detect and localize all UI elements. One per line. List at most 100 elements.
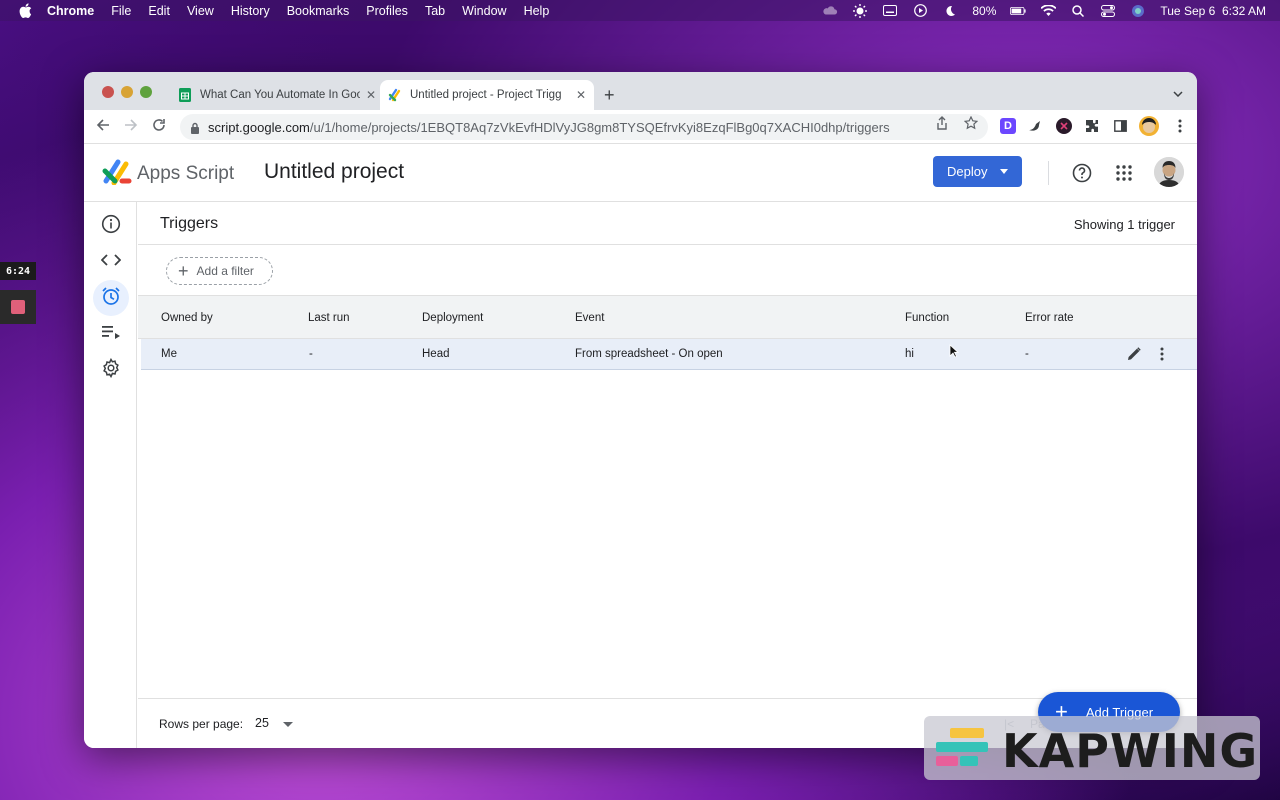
macos-menubar: Chrome File Edit View History Bookmarks …	[0, 0, 1280, 21]
stop-icon	[11, 300, 25, 314]
help-icon[interactable]	[1072, 163, 1092, 183]
chrome-menu-icon[interactable]	[1172, 118, 1188, 134]
triggers-panel: Triggers Showing 1 trigger + Add a filte…	[138, 202, 1197, 748]
rail-item-editor[interactable]	[93, 244, 129, 280]
table-row[interactable]: Me - Head From spreadsheet - On open hi …	[141, 339, 1197, 370]
chrome-window: What Can You Automate In Goo ✕ Untitled …	[84, 72, 1197, 748]
header-divider	[1048, 161, 1049, 185]
menu-file[interactable]: File	[111, 4, 131, 18]
kapwing-logo-icon	[936, 728, 988, 766]
deploy-button[interactable]: Deploy	[933, 156, 1022, 187]
column-header-last-run[interactable]: Last run	[308, 312, 350, 324]
tab-title: What Can You Automate In Goo	[200, 89, 360, 101]
menu-view[interactable]: View	[187, 4, 214, 18]
control-center-icon[interactable]	[1100, 4, 1116, 18]
rail-item-executions[interactable]	[93, 316, 129, 352]
keyboard-icon[interactable]	[882, 4, 898, 18]
account-avatar[interactable]	[1154, 157, 1184, 187]
menu-chrome[interactable]: Chrome	[47, 4, 94, 18]
menu-profiles[interactable]: Profiles	[366, 4, 408, 18]
cell-function: hi	[905, 348, 914, 360]
extension-x-icon[interactable]	[1056, 118, 1072, 134]
battery-percent: 80%	[972, 3, 997, 18]
siri-icon[interactable]	[1130, 4, 1146, 18]
chevron-down-icon	[1000, 169, 1008, 174]
browser-toolbar: script.google.com/u/1/home/projects/1EBQ…	[84, 110, 1197, 144]
more-options-icon[interactable]	[1154, 346, 1170, 362]
address-bar[interactable]: script.google.com/u/1/home/projects/1EBQ…	[180, 114, 988, 140]
extension-d-icon[interactable]: D	[1000, 118, 1016, 134]
cell-event: From spreadsheet - On open	[575, 348, 723, 360]
column-header-event[interactable]: Event	[575, 312, 604, 324]
rail-item-overview[interactable]	[93, 208, 129, 244]
menu-history[interactable]: History	[231, 4, 270, 18]
stop-recording-button[interactable]	[0, 290, 36, 324]
tab-search-icon[interactable]	[1173, 86, 1183, 100]
reload-button[interactable]	[152, 118, 166, 137]
url-text: script.google.com/u/1/home/projects/1EBQ…	[208, 120, 890, 135]
trigger-count: Showing 1 trigger	[1073, 217, 1175, 232]
url-path: /u/1/home/projects/1EBQT8Aq7zVkEvfHDlVyJ…	[309, 119, 890, 135]
cell-last-run: -	[309, 348, 313, 360]
lock-icon[interactable]	[190, 121, 200, 134]
column-header-function[interactable]: Function	[905, 312, 949, 324]
minimize-window-button[interactable]	[121, 86, 133, 98]
close-tab-icon[interactable]: ✕	[576, 88, 586, 102]
cell-deployment: Head	[422, 348, 450, 360]
extension-bird-icon[interactable]	[1027, 118, 1043, 134]
info-icon	[101, 214, 121, 239]
tab-apps-script[interactable]: Untitled project - Project Trigg ✕	[380, 80, 594, 110]
brightness-icon[interactable]	[852, 3, 868, 18]
column-header-owned-by[interactable]: Owned by	[161, 312, 213, 324]
extensions-puzzle-icon[interactable]	[1084, 118, 1100, 134]
apps-script-logo-icon[interactable]	[102, 159, 132, 186]
menu-edit[interactable]: Edit	[148, 4, 170, 18]
column-header-deployment[interactable]: Deployment	[422, 312, 483, 324]
menu-help[interactable]: Help	[524, 4, 550, 18]
rows-per-page-label: Rows per page:	[159, 717, 244, 731]
table-header: Owned by Last run Deployment Event Funct…	[138, 295, 1197, 339]
menu-window[interactable]: Window	[462, 4, 506, 18]
play-circle-icon[interactable]	[912, 4, 928, 18]
rail-item-settings[interactable]	[93, 352, 129, 388]
edit-trigger-icon[interactable]	[1126, 346, 1142, 362]
battery-icon[interactable]	[1010, 4, 1026, 18]
close-window-button[interactable]	[102, 86, 114, 98]
wifi-icon[interactable]	[1040, 4, 1056, 18]
cell-error-rate: -	[1025, 348, 1029, 360]
share-icon[interactable]	[936, 116, 948, 133]
search-icon[interactable]	[1070, 4, 1086, 18]
rows-per-page-select[interactable]: 25	[255, 716, 269, 730]
project-title[interactable]: Untitled project	[264, 160, 404, 184]
close-tab-icon[interactable]: ✕	[366, 88, 376, 102]
google-apps-icon[interactable]	[1116, 165, 1132, 181]
code-icon	[100, 253, 122, 272]
tab-sheets[interactable]: What Can You Automate In Goo ✕	[170, 80, 380, 110]
moon-icon[interactable]	[942, 4, 958, 18]
panel-header: Triggers Showing 1 trigger	[138, 202, 1197, 245]
rail-item-triggers[interactable]	[93, 280, 129, 316]
page-title: Triggers	[160, 215, 219, 232]
add-filter-button[interactable]: + Add a filter	[166, 257, 273, 285]
back-button[interactable]	[96, 118, 110, 137]
menu-bookmarks[interactable]: Bookmarks	[287, 4, 350, 18]
fullscreen-window-button[interactable]	[140, 86, 152, 98]
menubar-datetime: Tue Sep 6 6:32 AM	[1160, 3, 1266, 18]
apps-script-icon	[388, 88, 402, 102]
plus-icon: +	[178, 261, 189, 281]
watermark-text: KAPWING	[1002, 724, 1259, 778]
playlist-play-icon	[101, 324, 121, 345]
profile-avatar-icon[interactable]	[1139, 116, 1159, 136]
left-nav-rail	[84, 202, 137, 748]
cloud-icon[interactable]	[822, 4, 838, 18]
app-header: Apps Script Untitled project Deploy	[84, 144, 1197, 202]
bookmark-star-icon[interactable]	[963, 115, 979, 133]
side-panel-icon[interactable]	[1112, 118, 1128, 134]
new-tab-button[interactable]: +	[604, 85, 615, 106]
menu-tab[interactable]: Tab	[425, 4, 445, 18]
add-filter-label: Add a filter	[196, 264, 254, 278]
column-header-error-rate[interactable]: Error rate	[1025, 312, 1074, 324]
chevron-down-icon[interactable]	[283, 722, 293, 727]
apple-icon[interactable]	[17, 3, 33, 19]
forward-button[interactable]	[124, 118, 138, 137]
